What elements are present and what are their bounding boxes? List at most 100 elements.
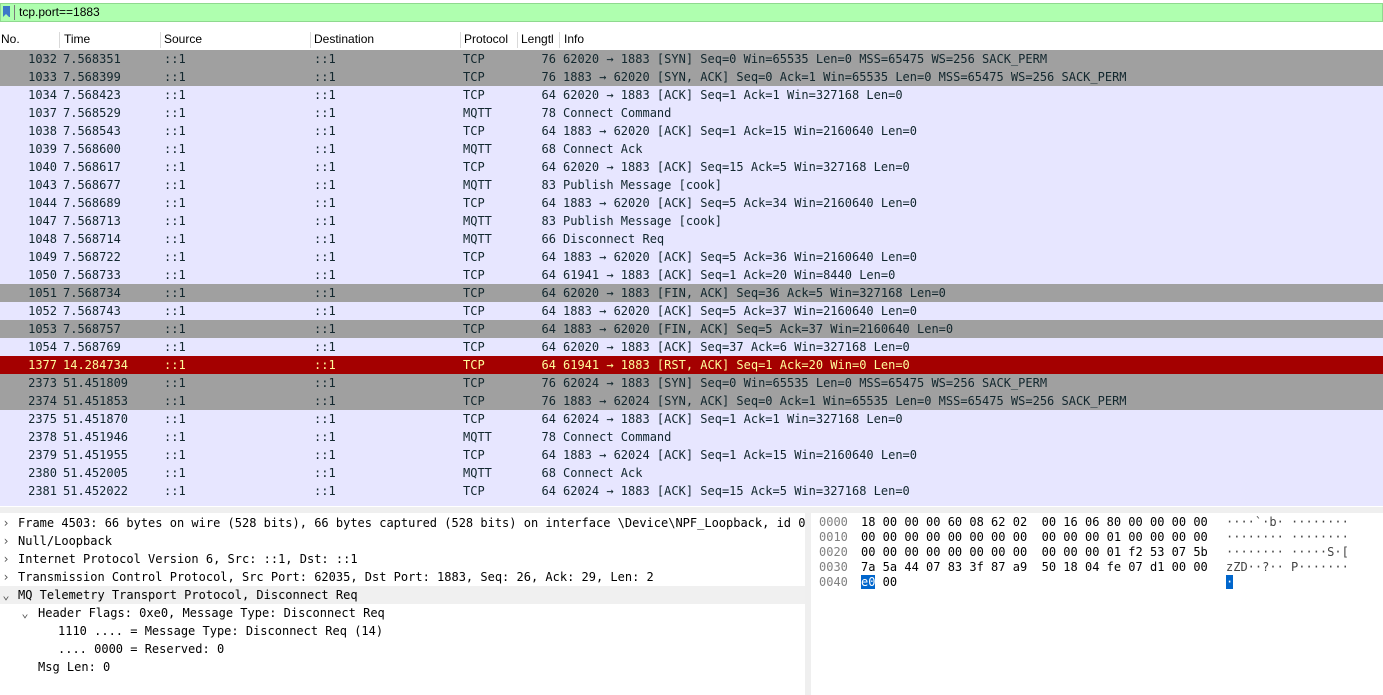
detail-tree-item[interactable]: 1110 .... = Message Type: Disconnect Req… <box>0 622 805 640</box>
detail-tree-item[interactable]: Msg Len: 0 <box>0 658 805 676</box>
bytes-row[interactable]: 0040 e0 00 · <box>811 575 1383 590</box>
packet-row-partial[interactable] <box>0 500 1383 506</box>
detail-tree-item[interactable]: ⌄ MQ Telemetry Transport Protocol, Discon… <box>0 586 805 604</box>
bytes-ascii[interactable]: zZD··?·· P······· <box>1226 560 1349 575</box>
column-divider[interactable] <box>59 32 60 48</box>
packet-source: ::1 <box>164 106 186 120</box>
packet-row[interactable]: 2375 51.451870::1::1 TCP 64 62024 → 1883 [AC… <box>0 410 1383 428</box>
column-header-time[interactable]: Time <box>63 30 159 49</box>
packet-no: 2378 <box>28 430 57 444</box>
packet-destination: ::1 <box>314 394 336 408</box>
packet-length: 64 <box>541 412 556 426</box>
filter-text[interactable]: tcp.port==1883 <box>19 5 100 20</box>
collapse-chevron-icon[interactable]: › <box>0 568 12 586</box>
column-divider[interactable] <box>160 32 161 48</box>
packet-time: 7.568757 <box>63 322 121 336</box>
packet-row[interactable]: 1377 14.284734::1::1 TCP 64 61941 → 1883 [RS… <box>0 356 1383 374</box>
bytes-ascii-cell[interactable]: · <box>1226 575 1234 590</box>
bytes-ascii-selected[interactable]: · <box>1226 575 1234 589</box>
packet-row[interactable]: 1032 7.568351::1::1 TCP 76 62020 → 1883 [SYN… <box>0 50 1383 68</box>
packet-row[interactable]: 2373 51.451809::1::1 TCP 76 62024 → 1883 [SY… <box>0 374 1383 392</box>
packet-row[interactable]: 1051 7.568734::1::1 TCP 64 62020 → 1883 [FIN… <box>0 284 1383 302</box>
packet-row[interactable]: 1040 7.568617::1::1 TCP 64 62020 → 1883 [ACK… <box>0 158 1383 176</box>
packet-info: Connect Command <box>563 106 672 120</box>
packet-row[interactable]: 2378 51.451946::1::1 MQTT 78 Connect Command <box>0 428 1383 446</box>
detail-tree-item[interactable]: › Frame 4503: 66 bytes on wire (528 bits)… <box>0 514 805 532</box>
packet-row[interactable]: 1034 7.568423::1::1 TCP 64 62020 → 1883 [ACK… <box>0 86 1383 104</box>
packet-info: 62020 → 1883 [SYN] Seq=0 Win=65535 Len=0… <box>563 52 1048 66</box>
bytes-hex-selected[interactable]: e0 <box>861 575 876 589</box>
packet-row[interactable]: 1033 7.568399::1::1 TCP 76 1883 → 62020 [SYN… <box>0 68 1383 86</box>
column-divider[interactable] <box>559 32 560 48</box>
bytes-hex[interactable]: 7a 5a 44 07 83 3f 87 a9 50 18 04 fe 07 d… <box>861 560 1208 575</box>
packet-row[interactable]: 1053 7.568757::1::1 TCP 64 1883 → 62020 [FIN… <box>0 320 1383 338</box>
detail-tree-item[interactable]: › Internet Protocol Version 6, Src: ::1, … <box>0 550 805 568</box>
packet-row[interactable]: 1039 7.568600::1::1 MQTT 68 Connect Ack <box>0 140 1383 158</box>
column-divider[interactable] <box>310 32 311 48</box>
packet-length: 64 <box>541 250 556 264</box>
bytes-row[interactable]: 0020 00 00 00 00 00 00 00 00 00 00 00 01… <box>811 545 1383 560</box>
packet-row[interactable]: 1044 7.568689::1::1 TCP 64 1883 → 62020 [ACK… <box>0 194 1383 212</box>
detail-tree-item[interactable]: .... 0000 = Reserved: 0 <box>0 640 805 658</box>
collapse-chevron-icon[interactable]: › <box>0 514 12 532</box>
bytes-ascii[interactable]: ········ ·····S·[ <box>1226 545 1349 560</box>
bytes-row[interactable]: 0010 00 00 00 00 00 00 00 00 00 00 00 01… <box>811 530 1383 545</box>
detail-tree-item[interactable]: › Null/Loopback <box>0 532 805 550</box>
column-header-destination[interactable]: Destination <box>313 30 459 49</box>
detail-tree-item[interactable]: › Transmission Control Protocol, Src Port… <box>0 568 805 586</box>
packet-destination: ::1 <box>314 196 336 210</box>
packet-row[interactable]: 2380 51.452005::1::1 MQTT 68 Connect Ack <box>0 464 1383 482</box>
packet-source: ::1 <box>164 196 186 210</box>
packet-row[interactable]: 2379 51.451955::1::1 TCP 64 1883 → 62024 [AC… <box>0 446 1383 464</box>
bytes-hex[interactable]: 00 00 00 00 00 00 00 00 00 00 00 01 00 0… <box>861 530 1208 545</box>
packet-row[interactable]: 1047 7.568713::1::1 MQTT 83 Publish Message … <box>0 212 1383 230</box>
column-divider[interactable] <box>460 32 461 48</box>
bookmark-icon[interactable] <box>3 6 10 17</box>
packet-source: ::1 <box>164 214 186 228</box>
column-header-protocol[interactable]: Protocol <box>463 30 517 49</box>
packet-row[interactable]: 1050 7.568733::1::1 TCP 64 61941 → 1883 [ACK… <box>0 266 1383 284</box>
bytes-hex[interactable]: 00 00 00 00 00 00 00 00 00 00 00 01 f2 5… <box>861 545 1208 560</box>
detail-tree-text: Frame 4503: 66 bytes on wire (528 bits),… <box>18 516 805 530</box>
column-header-length[interactable]: Lengtl <box>520 30 558 49</box>
expand-chevron-icon[interactable]: ⌄ <box>19 604 31 622</box>
packet-no: 1054 <box>28 340 57 354</box>
column-header-no[interactable]: No. <box>0 30 58 49</box>
bytes-row[interactable]: 0030 7a 5a 44 07 83 3f 87 a9 50 18 04 fe… <box>811 560 1383 575</box>
packet-row[interactable]: 1049 7.568722::1::1 TCP 64 1883 → 62020 [ACK… <box>0 248 1383 266</box>
bytes-hex[interactable]: 18 00 00 00 60 08 62 02 00 16 06 80 00 0… <box>861 515 1208 530</box>
bytes-ascii[interactable]: ········ ········ <box>1226 530 1349 545</box>
packet-time: 7.568743 <box>63 304 121 318</box>
collapse-chevron-icon[interactable]: › <box>0 532 12 550</box>
display-filter-input[interactable]: tcp.port==1883 <box>0 3 1383 22</box>
column-divider[interactable] <box>517 32 518 48</box>
packet-row[interactable]: 1043 7.568677::1::1 MQTT 83 Publish Message … <box>0 176 1383 194</box>
packet-row[interactable]: 1052 7.568743::1::1 TCP 64 1883 → 62020 [ACK… <box>0 302 1383 320</box>
packet-row[interactable]: 2374 51.451853::1::1 TCP 76 1883 → 62024 [SY… <box>0 392 1383 410</box>
packet-time: 51.452022 <box>63 484 129 498</box>
packet-time: 14.284734 <box>63 358 129 372</box>
packet-row[interactable]: 1054 7.568769::1::1 TCP 64 62020 → 1883 [ACK… <box>0 338 1383 356</box>
column-header-info[interactable]: Info <box>563 30 764 49</box>
bytes-row[interactable]: 0000 18 00 00 00 60 08 62 02 00 16 06 80… <box>811 515 1383 530</box>
packet-no: 1033 <box>28 70 57 84</box>
packet-row[interactable]: 2381 51.452022::1::1 TCP 64 62024 → 1883 [AC… <box>0 482 1383 500</box>
detail-tree-item[interactable]: ⌄ Header Flags: 0xe0, Message Type: Disco… <box>0 604 805 622</box>
collapse-chevron-icon[interactable]: › <box>0 550 12 568</box>
packet-no: 1050 <box>28 268 57 282</box>
bytes-hex-rest[interactable]: 00 <box>875 575 897 589</box>
packet-destination: ::1 <box>314 250 336 264</box>
packet-bytes-pane[interactable]: 0000 18 00 00 00 60 08 62 02 00 16 06 80… <box>811 513 1383 695</box>
packet-protocol: TCP <box>463 124 485 138</box>
packet-row[interactable]: 1038 7.568543::1::1 TCP 64 1883 → 62020 [ACK… <box>0 122 1383 140</box>
packet-row[interactable]: 1037 7.568529::1::1 MQTT 78 Connect Command <box>0 104 1383 122</box>
packet-time: 7.568529 <box>63 106 121 120</box>
packet-row[interactable]: 1048 7.568714::1::1 MQTT 66 Disconnect Req <box>0 230 1383 248</box>
bytes-ascii[interactable]: ····`·b· ········ <box>1226 515 1349 530</box>
packet-source: ::1 <box>164 286 186 300</box>
column-header-source[interactable]: Source <box>163 30 309 49</box>
packet-list[interactable]: 1032 7.568351::1::1 TCP 76 62020 → 1883 [SYN… <box>0 50 1383 506</box>
bytes-hex-cell[interactable]: e0 00 <box>861 575 897 590</box>
expand-chevron-icon[interactable]: ⌄ <box>0 586 12 604</box>
packet-details-pane[interactable]: › Frame 4503: 66 bytes on wire (528 bits)… <box>0 513 805 695</box>
